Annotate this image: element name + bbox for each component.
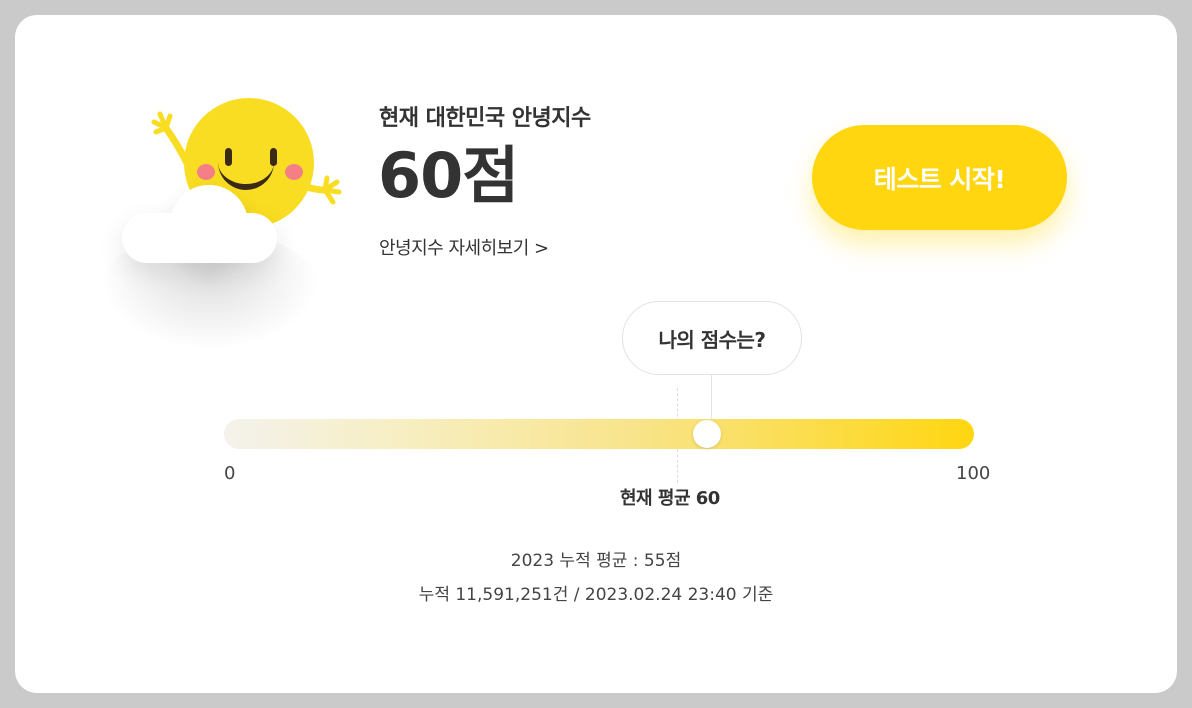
my-score-bubble: 나의 점수는? xyxy=(622,301,802,375)
sun-mascot-icon xyxy=(60,80,360,350)
cloud-puff-top xyxy=(170,185,248,263)
left-cheek xyxy=(197,164,215,180)
start-test-button[interactable]: 테스트 시작! xyxy=(812,125,1067,230)
cumulative-count-text: 누적 11,591,251건 / 2023.02.24 23:40 기준 xyxy=(418,585,774,605)
headline-subtitle: 현재 대한민국 안녕지수 xyxy=(379,106,591,131)
yearly-average-text: 2023 누적 평균 : 55점 xyxy=(510,551,682,571)
bubble-stem xyxy=(711,375,712,420)
gauge-min-label: 0 xyxy=(224,463,236,484)
right-cheek xyxy=(285,164,303,180)
average-label: 현재 평균 60 xyxy=(620,488,720,509)
detail-link[interactable]: 안녕지수 자세히보기 > xyxy=(379,234,549,260)
smile xyxy=(218,150,274,190)
gauge-max-label: 100 xyxy=(956,463,991,484)
score-gauge-bar xyxy=(224,419,974,449)
my-score-thumb xyxy=(693,420,721,448)
current-score: 60점 xyxy=(378,139,519,212)
cloud-icon xyxy=(110,185,280,265)
